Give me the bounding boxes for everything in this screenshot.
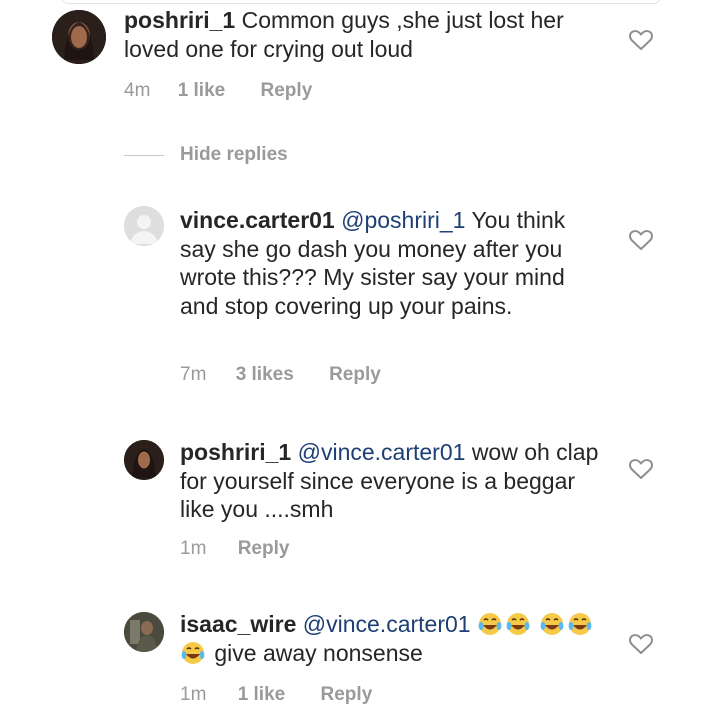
comment-text: poshriri_1 @vince.carter01 wow oh clap f… <box>180 438 600 524</box>
hide-replies-toggle[interactable]: Hide replies <box>124 142 288 168</box>
likes-count[interactable]: 1 like <box>238 684 286 706</box>
comment-username[interactable]: poshriri_1 <box>180 439 291 465</box>
tears-of-joy-emoji <box>540 613 564 635</box>
mention-link[interactable]: @vince.carter01 <box>303 611 471 637</box>
likes-count[interactable]: 3 likes <box>236 364 294 386</box>
tears-of-joy-emoji <box>506 613 530 635</box>
avatar[interactable] <box>124 206 164 246</box>
heart-outline-icon[interactable] <box>628 632 654 656</box>
heart-outline-icon[interactable] <box>628 457 654 481</box>
tears-of-joy-emoji <box>478 613 502 635</box>
comment-time: 4m <box>124 80 151 101</box>
reply-button[interactable]: Reply <box>321 684 373 706</box>
comment-text: isaac_wire @vince.carter01 give away non… <box>180 610 600 667</box>
comment-meta: 4m 1 like Reply <box>124 80 312 102</box>
comment-time: 7m <box>180 364 207 385</box>
heart-outline-icon[interactable] <box>628 28 654 52</box>
comment-body: give away nonsense <box>214 639 423 666</box>
avatar[interactable] <box>124 612 164 652</box>
avatar[interactable] <box>52 10 106 64</box>
reply-button[interactable]: Reply <box>261 80 313 102</box>
comment-time: 1m <box>180 538 207 559</box>
heart-outline-icon[interactable] <box>628 228 654 252</box>
comment-text: poshriri_1 Common guys ,she just lost he… <box>124 6 584 63</box>
tears-of-joy-emoji <box>568 613 592 635</box>
comment-text: vince.carter01 @poshriri_1 You think say… <box>180 206 590 320</box>
reply-button[interactable]: Reply <box>329 364 381 386</box>
tears-of-joy-emoji <box>181 641 205 664</box>
comment-meta: 7m 3 likes Reply <box>180 364 381 386</box>
comment-meta: 1m 1 like Reply <box>180 684 372 706</box>
avatar[interactable] <box>124 440 164 480</box>
comment-meta: 1m Reply <box>180 538 289 560</box>
comment-time: 1m <box>180 684 207 705</box>
mention-link[interactable]: @vince.carter01 <box>298 439 466 465</box>
likes-count[interactable]: 1 like <box>178 80 226 102</box>
comment-username[interactable]: poshriri_1 <box>124 7 235 33</box>
comment-username[interactable]: isaac_wire <box>180 611 296 637</box>
hide-replies-label: Hide replies <box>180 144 288 165</box>
divider-line <box>124 154 164 156</box>
reply-button[interactable]: Reply <box>238 538 290 560</box>
comment-username[interactable]: vince.carter01 <box>180 207 335 233</box>
mention-link[interactable]: @poshriri_1 <box>341 207 465 233</box>
previous-comment-card-edge <box>60 0 662 4</box>
